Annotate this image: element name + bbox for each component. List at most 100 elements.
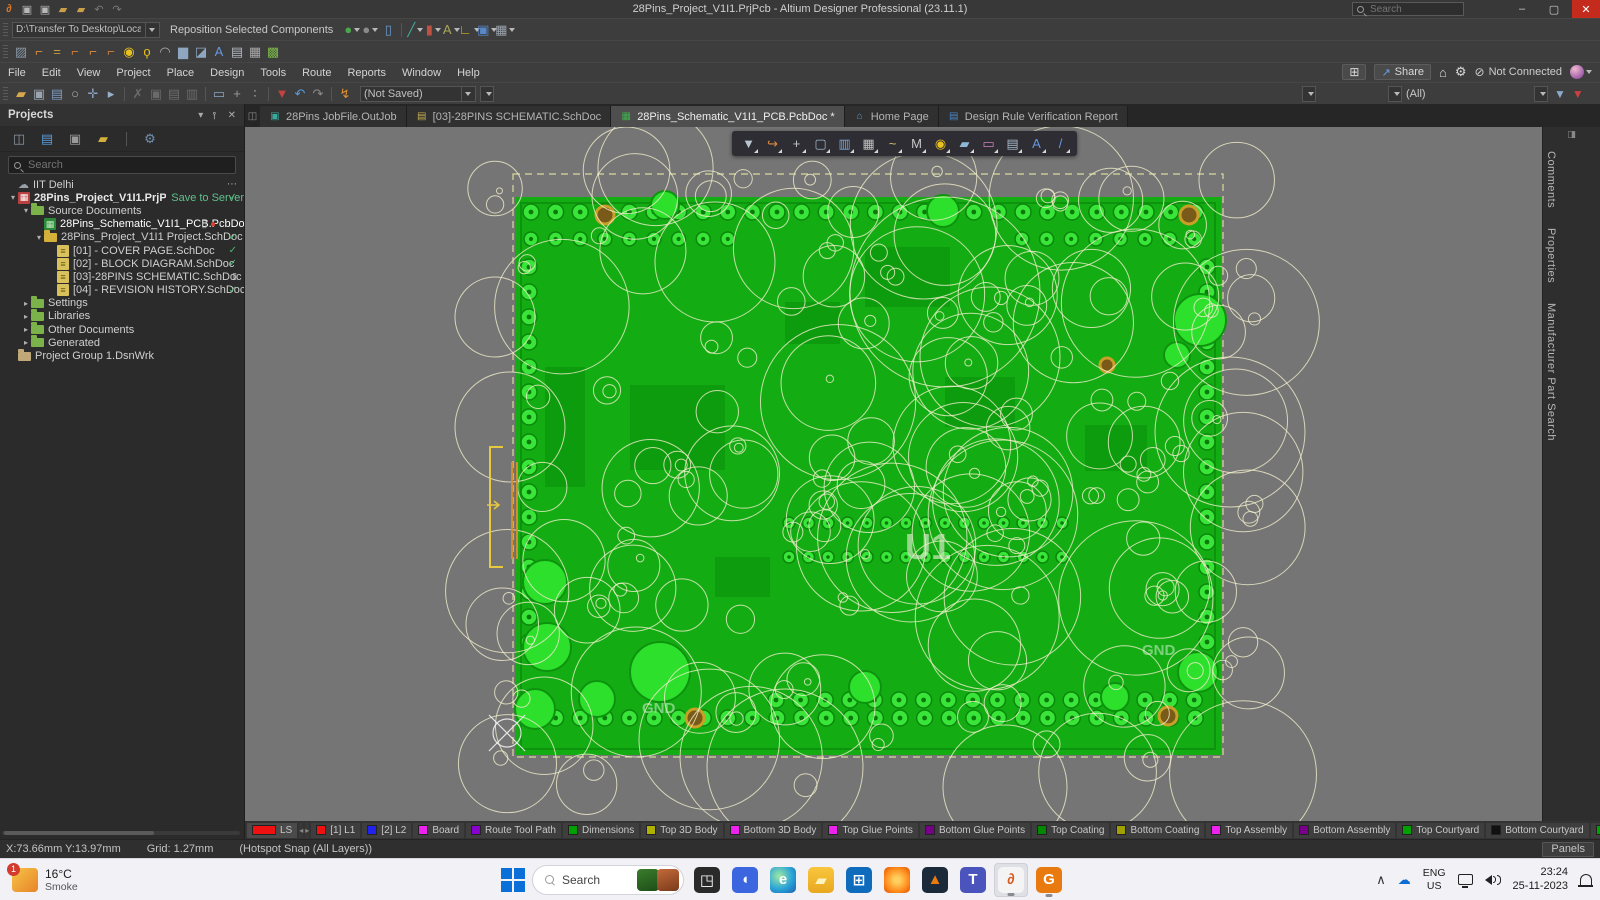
layer-tab[interactable]: Dimensions: [563, 823, 639, 838]
pcb-board-view[interactable]: U1GNDGND: [245, 127, 1542, 821]
notifications-bell-icon[interactable]: [1580, 874, 1592, 885]
layer-tab[interactable]: Top 3D Body: [641, 823, 722, 838]
component-icon[interactable]: ▩: [264, 43, 282, 61]
panel-tab-comments[interactable]: Comments: [1543, 141, 1559, 218]
network-icon[interactable]: [1458, 874, 1473, 885]
language-indicator[interactable]: ENGUS: [1423, 867, 1446, 892]
path-dropdown-icon[interactable]: [145, 23, 156, 37]
matlab-app[interactable]: ▲: [918, 863, 952, 897]
layer-tab[interactable]: Bottom Courtyard: [1486, 823, 1588, 838]
path-combo[interactable]: D:\Transfer To Desktop\Local Disk\: [12, 22, 160, 38]
doc-tab-2[interactable]: ▤[03]-28PINS SCHEMATIC.SchDoc: [407, 106, 612, 127]
activebar-chart-icon[interactable]: ▥: [834, 133, 855, 154]
layer-tab[interactable]: Top Coating: [1032, 823, 1109, 838]
tree-row[interactable]: ▸Other Documents: [0, 323, 244, 336]
layer-tab[interactable]: [1] L1: [311, 823, 360, 838]
menu-help[interactable]: Help: [449, 67, 488, 79]
more-options-icon[interactable]: ⋯: [227, 179, 237, 190]
layers-tool-icon[interactable]: ▣: [478, 21, 496, 39]
volume-icon[interactable]: [1485, 875, 1501, 885]
layer-tab[interactable]: Bottom Assembly: [1294, 823, 1395, 838]
minimize-button[interactable]: –: [1508, 0, 1536, 18]
layer-tab[interactable]: [1591, 823, 1600, 838]
settings-icon[interactable]: ⚙: [141, 130, 159, 148]
activebar-snap-icon[interactable]: ↪: [762, 133, 783, 154]
menu-route[interactable]: Route: [294, 67, 339, 79]
menu-window[interactable]: Window: [394, 67, 449, 79]
folders-icon[interactable]: ▣: [66, 130, 84, 148]
undo-icon[interactable]: ↶: [291, 85, 309, 103]
doc-tab-4[interactable]: ⌂Home Page: [845, 106, 939, 127]
cut-icon[interactable]: ✗: [129, 85, 147, 103]
comment-button[interactable]: ⊞: [1342, 64, 1366, 80]
menu-file[interactable]: File: [0, 67, 34, 79]
clock[interactable]: 23:24 25-11-2023: [1513, 866, 1568, 894]
zoom-icon[interactable]: ○: [66, 85, 84, 103]
titlebar-search-input[interactable]: [1368, 3, 1448, 16]
close-button[interactable]: ✕: [1572, 0, 1600, 18]
route4-icon[interactable]: ⌐: [102, 43, 120, 61]
projects-hscrollbar[interactable]: [2, 831, 240, 835]
menu-reports[interactable]: Reports: [339, 67, 394, 79]
panels-button[interactable]: Panels: [1542, 842, 1594, 857]
layer-tab[interactable]: Top Glue Points: [823, 823, 918, 838]
tree-expand-icon[interactable]: ▸: [21, 312, 31, 321]
pad-icon[interactable]: ◉: [120, 43, 138, 61]
cloud-status[interactable]: ⊘Not Connected: [1475, 65, 1562, 79]
layer-tab[interactable]: Bottom Glue Points: [920, 823, 1030, 838]
tree-row[interactable]: ≡[01] - COVER PAGE.SchDoc✓: [0, 244, 244, 257]
tree-row[interactable]: ≡[04] - REVISION HISTORY.SchDoc✓: [0, 284, 244, 297]
tree-row[interactable]: ▸Generated: [0, 336, 244, 349]
panel-toggle-icon[interactable]: ◫: [245, 106, 260, 127]
grid-tool-icon[interactable]: ▦: [496, 21, 514, 39]
variant-combo[interactable]: (Not Saved): [360, 86, 476, 102]
activebar-crosshair-icon[interactable]: +: [786, 133, 807, 154]
pin-icon[interactable]: ⊸: [210, 111, 221, 119]
cross-icon[interactable]: +: [228, 85, 246, 103]
apply-icon[interactable]: ●: [343, 21, 361, 39]
teams-app[interactable]: T: [956, 863, 990, 897]
weather-widget[interactable]: 1 16°CSmoke: [0, 867, 90, 893]
panel-tab-properties[interactable]: Properties: [1543, 218, 1559, 293]
dots-icon[interactable]: ∶: [246, 85, 264, 103]
activebar-room-icon[interactable]: ▤: [1002, 133, 1023, 154]
extra-dropdown[interactable]: [480, 86, 494, 102]
field-tool-icon[interactable]: A: [442, 21, 460, 39]
layer-tab[interactable]: Board: [413, 823, 464, 838]
open-project-icon[interactable]: ▰: [73, 1, 89, 17]
select-icon[interactable]: ▸: [102, 85, 120, 103]
tree-expand-icon[interactable]: ▾: [34, 233, 44, 242]
panel-tab-manufacturer-part-search[interactable]: Manufacturer Part Search: [1543, 293, 1559, 451]
activebar-measure-icon[interactable]: M: [906, 133, 927, 154]
reposition-label[interactable]: Reposition Selected Components: [170, 24, 333, 36]
layer-tab-ls[interactable]: LS: [247, 823, 297, 838]
activebar-select-area-icon[interactable]: ▢: [810, 133, 831, 154]
fit-icon[interactable]: ✛: [84, 85, 102, 103]
user-avatar[interactable]: [1570, 65, 1592, 79]
tree-row[interactable]: ▾Source Documents: [0, 204, 244, 217]
layer-tab[interactable]: Top Assembly: [1206, 823, 1292, 838]
via-icon[interactable]: ϙ: [138, 43, 156, 61]
hatch-region-icon[interactable]: ▨: [12, 43, 30, 61]
clear-filter-icon[interactable]: ▼: [273, 85, 291, 103]
projects-search-input[interactable]: [26, 158, 206, 172]
tree-expand-icon[interactable]: ▾: [21, 206, 31, 215]
task-view-app[interactable]: ◳: [690, 863, 724, 897]
save-all-icon[interactable]: ▣: [37, 1, 53, 17]
layer-tab[interactable]: Route Tool Path: [466, 823, 561, 838]
activebar-grid-icon[interactable]: ▦: [858, 133, 879, 154]
document-check-icon[interactable]: ▤: [38, 130, 56, 148]
rect-select-icon[interactable]: ▭: [210, 85, 228, 103]
open-icon[interactable]: ▰: [12, 85, 30, 103]
titlebar-search[interactable]: [1352, 2, 1464, 16]
layer-scroll-left-icon[interactable]: ◂: [299, 823, 303, 838]
layer-scroll-right-icon[interactable]: ▸: [305, 823, 309, 838]
onedrive-icon[interactable]: ☁: [1398, 872, 1411, 888]
menu-edit[interactable]: Edit: [34, 67, 69, 79]
activebar-polygon-icon[interactable]: ▰: [954, 133, 975, 154]
home-icon[interactable]: ⌂: [1439, 65, 1447, 80]
tree-row[interactable]: ▸Settings: [0, 297, 244, 310]
altium-app[interactable]: ∂: [994, 863, 1028, 897]
filter-dropdown-3[interactable]: [1534, 86, 1548, 102]
activebar-text-icon[interactable]: A: [1026, 133, 1047, 154]
